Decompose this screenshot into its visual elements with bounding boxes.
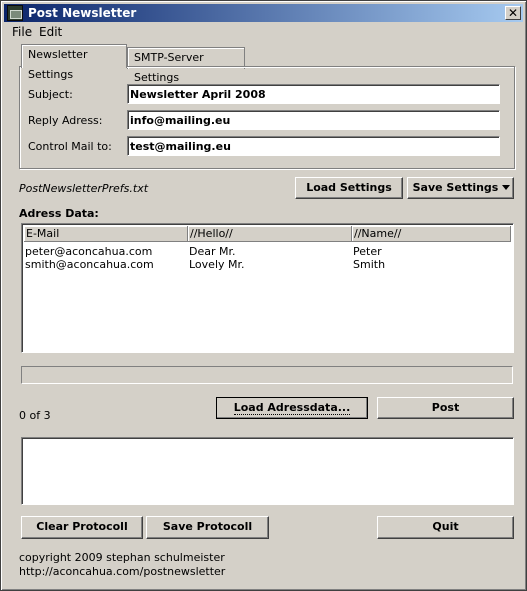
app-icon [7,5,23,21]
title-bar[interactable]: Post Newsletter ✕ [4,4,523,22]
progress-count: 0 of 3 [19,409,51,422]
load-adressdata-button[interactable]: Load Adressdata... [216,397,368,419]
column-hello[interactable]: //Hello// [188,226,352,242]
cell-hello: Lovely Mr. [189,258,245,271]
subject-label: Subject: [28,88,73,101]
menu-edit[interactable]: Edit [39,25,62,39]
save-settings-button[interactable]: Save Settings [407,177,514,199]
main-window: Post Newsletter ✕ File Edit Newsletter S… [0,0,527,591]
copyright-text: copyright 2009 stephan schulmeister [19,551,225,564]
column-name[interactable]: //Name// [352,226,511,242]
chevron-down-icon[interactable] [502,185,510,190]
adress-data-title: Adress Data: [19,207,99,220]
table-header: E-Mail //Hello// //Name// [24,226,511,242]
url-text: http://aconcahua.com/postnewsletter [19,565,226,578]
prefs-filename: PostNewsletterPrefs.txt [19,182,149,195]
close-button[interactable]: ✕ [505,6,521,20]
cell-hello: Dear Mr. [189,245,236,258]
reply-adress-label: Reply Adress: [28,114,103,127]
control-mail-label: Control Mail to: [28,140,112,153]
adress-table[interactable]: E-Mail //Hello// //Name// peter@aconcahu… [21,223,514,353]
cell-name: Smith [353,258,386,271]
cell-email: peter@aconcahua.com [25,245,153,258]
quit-button[interactable]: Quit [377,516,514,539]
control-mail-field[interactable]: test@mailing.eu [127,136,500,156]
save-protocoll-button[interactable]: Save Protocoll [146,516,269,539]
menu-file[interactable]: File [12,25,32,39]
post-button[interactable]: Post [377,397,514,419]
menu-bar: File Edit [4,23,523,41]
save-settings-label: Save Settings [412,181,499,194]
protocol-log[interactable] [21,437,514,505]
load-adressdata-label: Load Adressdata... [233,401,351,415]
clear-protocoll-button[interactable]: Clear Protocoll [21,516,143,539]
reply-adress-field[interactable]: info@mailing.eu [127,110,500,130]
progress-bar [21,366,513,384]
tab-panel: Subject: Newsletter April 2008 Reply Adr… [19,66,515,169]
cell-email: smith@aconcahua.com [25,258,154,271]
cell-name: Peter [353,245,382,258]
tab-newsletter-settings[interactable]: Newsletter Settings [21,44,127,81]
column-email[interactable]: E-Mail [24,226,188,242]
load-settings-button[interactable]: Load Settings [295,177,403,199]
window-title: Post Newsletter [28,6,137,20]
subject-field[interactable]: Newsletter April 2008 [127,84,500,104]
